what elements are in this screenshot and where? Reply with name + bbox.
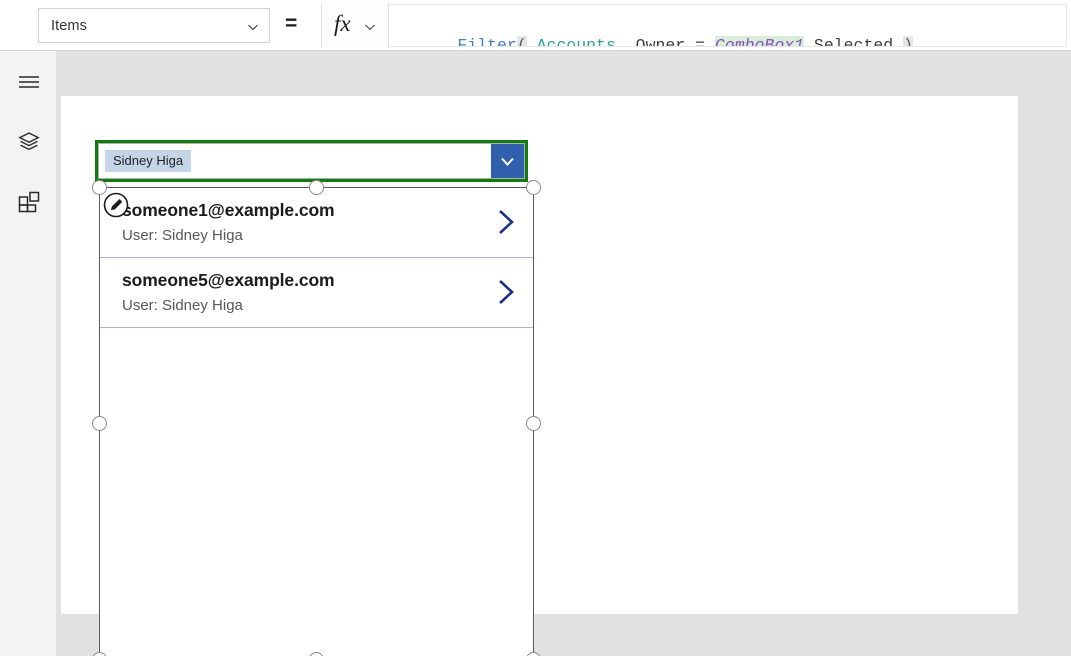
chevron-right-icon[interactable] bbox=[493, 207, 519, 237]
chevron-down-icon bbox=[501, 157, 514, 166]
selection-handle-bottom-right[interactable] bbox=[526, 652, 541, 656]
layers-icon bbox=[18, 131, 40, 153]
formula-token-datasource: Accounts bbox=[526, 36, 616, 47]
selection-handle-middle-left[interactable] bbox=[92, 416, 107, 431]
chevron-right-icon[interactable] bbox=[493, 277, 519, 307]
components-grid-icon bbox=[18, 191, 40, 213]
selection-handle-top-center[interactable] bbox=[309, 180, 324, 195]
gallery-item-title: someone1@example.com bbox=[122, 200, 335, 220]
selection-handle-top-left[interactable] bbox=[92, 180, 107, 195]
left-sidebar bbox=[0, 51, 57, 656]
gallery-item[interactable]: someone1@example.com User: Sidney Higa bbox=[100, 188, 533, 258]
formula-bar: Items = fx Filter( Accounts, Owner = Com… bbox=[0, 0, 1071, 51]
formula-input[interactable]: Filter( Accounts, Owner = ComboBox1.Sele… bbox=[389, 4, 1067, 47]
formula-token-open-paren: ( bbox=[516, 36, 527, 46]
selection-handle-top-right[interactable] bbox=[526, 180, 541, 195]
property-dropdown-value: Items bbox=[51, 18, 87, 34]
property-dropdown[interactable]: Items bbox=[38, 8, 270, 43]
hamburger-menu-icon bbox=[18, 74, 40, 90]
formula-token-plain-2: .Selected bbox=[804, 36, 904, 47]
gallery-item[interactable]: someone5@example.com User: Sidney Higa bbox=[100, 258, 533, 328]
formula-expression: Filter( Accounts, Owner = ComboBox1.Sele… bbox=[398, 16, 913, 47]
gallery-item-title: someone5@example.com bbox=[122, 270, 335, 290]
formula-token-control: ComboBox1 bbox=[714, 36, 805, 46]
fx-glyph: fx bbox=[334, 11, 351, 36]
sidebar-item-tree-view[interactable] bbox=[10, 123, 48, 161]
equals-sign: = bbox=[285, 12, 298, 35]
formula-token-close-paren: ) bbox=[903, 36, 913, 46]
combobox-dropdown-button[interactable] bbox=[491, 144, 524, 178]
sidebar-item-menu[interactable] bbox=[10, 63, 48, 101]
canvas-area: Sidney Higa someone1@example.com User: S… bbox=[57, 51, 1071, 656]
pencil-circle-icon bbox=[103, 192, 129, 218]
selection-handle-middle-right[interactable] bbox=[526, 416, 541, 431]
gallery-item-subtitle: User: Sidney Higa bbox=[122, 227, 243, 244]
formula-token-function: Filter bbox=[457, 36, 517, 47]
app-screen-canvas[interactable]: Sidney Higa someone1@example.com User: S… bbox=[61, 96, 1018, 656]
combobox-selected-chip[interactable]: Sidney Higa bbox=[105, 150, 192, 172]
chevron-down-icon bbox=[364, 20, 376, 32]
gallery-control[interactable]: someone1@example.com User: Sidney Higa s… bbox=[99, 187, 534, 656]
gallery-item-subtitle: User: Sidney Higa bbox=[122, 297, 243, 314]
fx-button[interactable]: fx bbox=[321, 3, 389, 48]
combobox-control[interactable]: Sidney Higa bbox=[95, 140, 528, 182]
chevron-down-icon bbox=[247, 21, 259, 33]
formula-token-plain-1: , Owner = bbox=[615, 36, 715, 47]
sidebar-item-insert[interactable] bbox=[10, 183, 48, 221]
